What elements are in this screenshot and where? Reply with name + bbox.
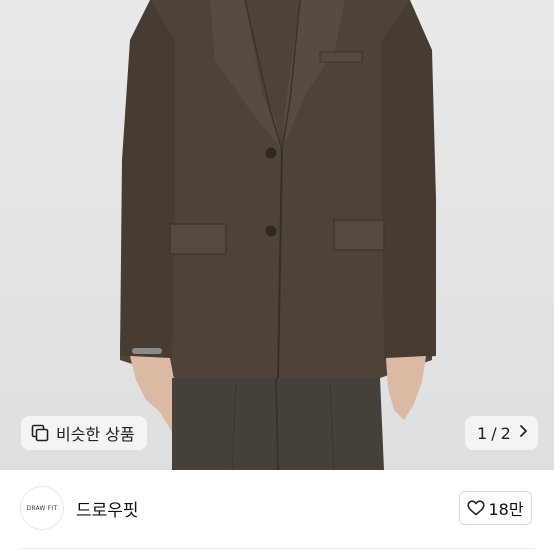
shop-name[interactable]: 드로우핏	[76, 496, 139, 521]
page-current: 1	[477, 423, 488, 443]
product-image	[120, 0, 436, 470]
copy-icon	[31, 424, 49, 442]
like-count: 18만	[488, 500, 524, 519]
divider	[20, 548, 534, 549]
page-separator: /	[491, 423, 497, 443]
similar-products-label: 비슷한 상품	[56, 425, 135, 444]
like-button[interactable]: 18만	[459, 491, 532, 525]
similar-products-button[interactable]: 비슷한 상품	[21, 416, 147, 450]
heart-icon	[467, 500, 486, 516]
image-counter[interactable]: 1 / 2	[465, 416, 538, 450]
chevron-right-icon[interactable]	[519, 424, 528, 442]
shop-logo[interactable]: DRAW FIT	[20, 486, 64, 530]
shop-logo-text: DRAW FIT	[26, 504, 58, 512]
product-photo[interactable]	[0, 0, 554, 470]
page-total: 2	[500, 423, 511, 443]
